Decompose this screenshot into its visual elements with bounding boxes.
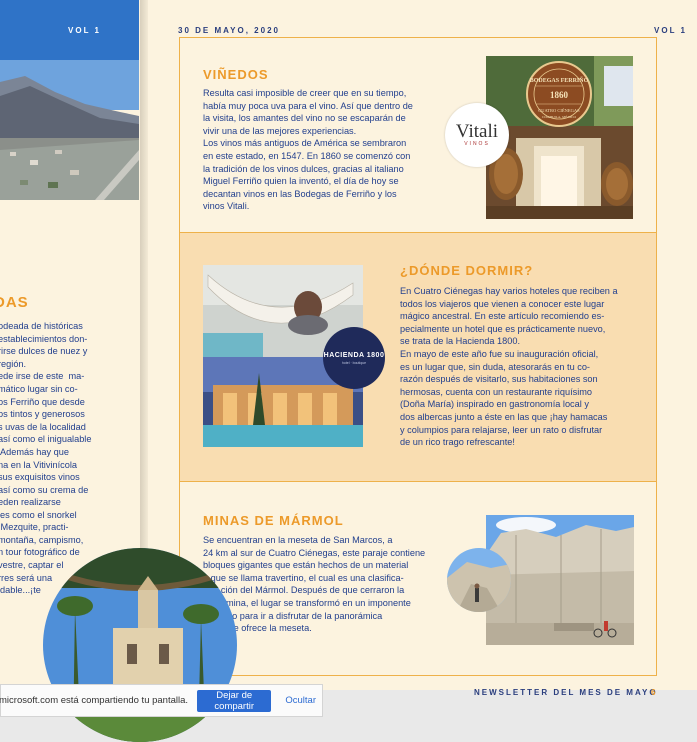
stop-sharing-button[interactable]: Dejar de compartir (197, 689, 272, 712)
sign-year: 1860 (550, 90, 569, 100)
issue-date: 30 DE MAYO, 2020 (178, 26, 280, 35)
hide-bar-button[interactable]: Ocultar (279, 694, 322, 707)
dormir-text: En Cuatro Ciénegas hay varios hoteles qu… (400, 286, 618, 448)
vitali-logo-sub: VINOS (464, 141, 490, 147)
hacienda-logo: HACIENDA 1800 (323, 351, 385, 359)
vinedos-text: Resulta casi imposible de creer que en s… (203, 88, 413, 212)
vitali-logo: Vitali (455, 121, 499, 142)
right-page: 30 DE MAYO, 2020 VOL 1 VIÑEDOS Resulta c… (148, 0, 697, 697)
left-section-title: DAS (0, 294, 29, 311)
dormir-title: ¿DÓNDE DORMIR? (400, 263, 534, 278)
mountain-town-photo: VOL 1 (0, 0, 139, 200)
sign-place: CUATRO CIÉNEGAS (538, 108, 580, 113)
vitali-logo-badge: Vitali VINOS (445, 103, 509, 167)
quarry-detail-photo (447, 548, 511, 612)
hacienda-logo-sub: hotel · boutique (341, 360, 367, 365)
screen-share-bar: microsoft.com está compartiendo tu panta… (0, 684, 323, 717)
page-number: 6 (651, 688, 656, 697)
left-vol-label: VOL 1 (68, 26, 101, 35)
screen-share-message: microsoft.com está compartiendo tu panta… (0, 695, 189, 706)
minas-title: MINAS DE MÁRMOL (203, 513, 344, 528)
sign-name: BODEGAS FERRIÑO (530, 76, 589, 84)
vol-label: VOL 1 (654, 26, 687, 35)
left-text-block-1: odeada de históricas establecimientos do… (0, 321, 92, 495)
hacienda-logo-badge: HACIENDA 1800 hotel · boutique (323, 327, 385, 389)
minas-text: Se encuentran en la meseta de San Marcos… (203, 535, 426, 634)
vinedos-title: VIÑEDOS (203, 67, 269, 82)
newsletter-footer: NEWSLETTER DEL MES DE MAYO (474, 688, 658, 697)
